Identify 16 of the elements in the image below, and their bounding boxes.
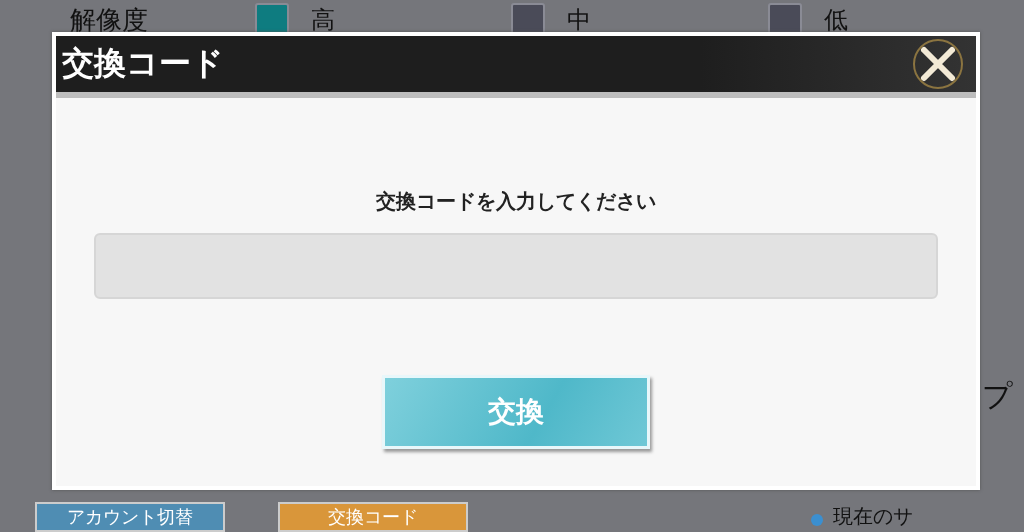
code-input-field[interactable]	[94, 233, 938, 299]
option-label: 中	[567, 5, 591, 32]
checkbox[interactable]	[767, 3, 802, 32]
option-label: 低	[823, 5, 848, 32]
option-label: 高	[310, 5, 335, 32]
menu-button[interactable]: アカウント切替	[35, 502, 225, 532]
server-label: 現在のサ	[833, 503, 913, 530]
checkbox[interactable]	[254, 3, 289, 32]
setting-label: 解像度	[70, 3, 149, 32]
status-dot	[811, 514, 823, 526]
exchange-button[interactable]: 交換	[382, 375, 650, 449]
prompt-text: 交換コードを入力してください	[376, 188, 656, 215]
menu-button[interactable]: 交換コード	[278, 502, 468, 532]
checkbox[interactable]	[511, 3, 545, 32]
setting-label: プ	[982, 377, 1013, 415]
dialog-title: 交換コード	[62, 43, 224, 84]
